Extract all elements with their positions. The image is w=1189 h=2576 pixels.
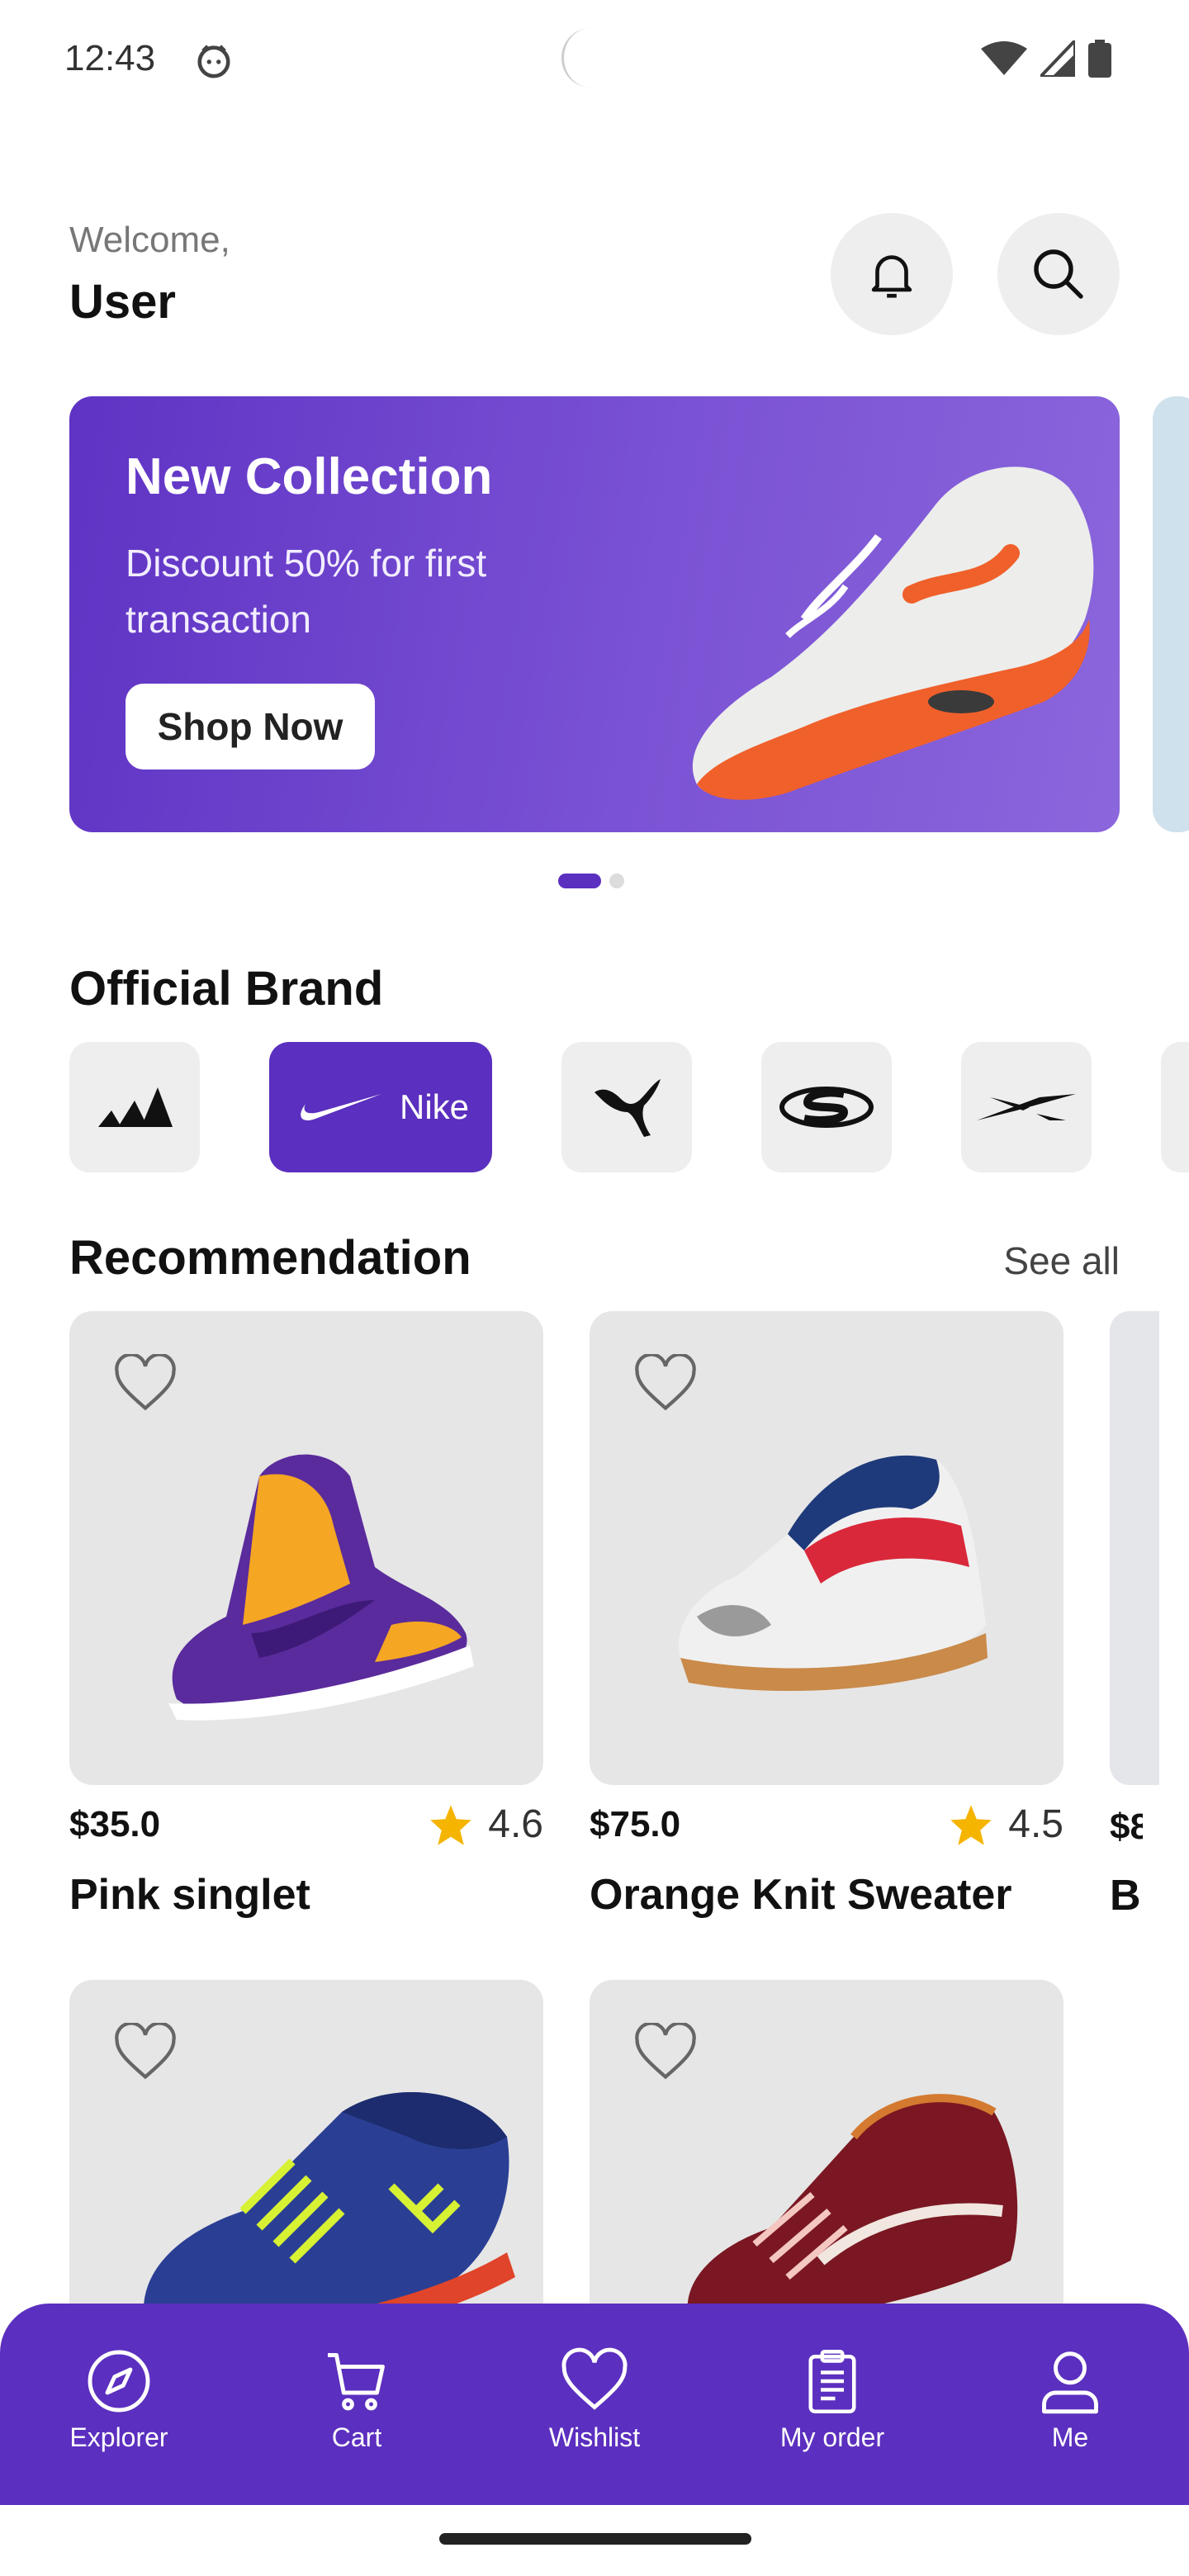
product-rating-value: 4.6	[488, 1802, 543, 1846]
search-icon	[1034, 249, 1083, 299]
signal-icon	[1040, 40, 1075, 77]
product-price-peek: $8	[1110, 1807, 1143, 1847]
skechers-logo-icon	[779, 1087, 874, 1128]
nav-my-order-label: My order	[779, 2422, 885, 2452]
nav-explorer[interactable]: Explorer	[0, 2304, 238, 2505]
battery-icon	[1088, 40, 1111, 78]
notifications-button[interactable]	[831, 213, 953, 335]
camera-cutout	[561, 28, 619, 88]
clipboard-icon	[808, 2350, 856, 2414]
brands-title: Official Brand	[69, 962, 384, 1016]
brand-reebok[interactable]	[961, 1042, 1092, 1172]
wifi-icon	[981, 41, 1027, 75]
wishlist-heart-icon[interactable]	[112, 1354, 178, 1413]
banner-subtitle: Discount 50% for first transaction	[126, 542, 487, 641]
product-shoe-image	[168, 1454, 474, 1721]
shop-now-button[interactable]: Shop Now	[126, 684, 375, 769]
recommendation-title: Recommendation	[69, 1231, 471, 1285]
nav-cart[interactable]: Cart	[238, 2304, 476, 2505]
nav-cart-label: Cart	[331, 2422, 382, 2452]
bell-icon	[871, 255, 912, 298]
nav-explorer-label: Explorer	[69, 2422, 168, 2452]
bottom-navigation: Explorer Cart Wishlist My order Me	[0, 2304, 1189, 2505]
heart-icon	[561, 2347, 628, 2410]
product-card[interactable]: $35.0 4.6 Pink singlet	[69, 1311, 543, 1920]
nav-my-order[interactable]: My order	[713, 2304, 951, 2505]
status-time: 12:43	[64, 38, 156, 78]
compass-icon	[88, 2350, 150, 2413]
product-shoe-image	[144, 2092, 515, 2343]
carousel-dot-active	[558, 874, 601, 888]
product-rating-value: 4.5	[1008, 1802, 1063, 1846]
brand-adidas[interactable]	[69, 1042, 200, 1172]
notification-face-icon	[197, 45, 230, 78]
adidas-logo-icon	[98, 1087, 173, 1127]
product-name: Pink singlet	[69, 1871, 310, 1919]
product-price: $75.0	[590, 1803, 681, 1844]
cart-icon	[328, 2353, 385, 2411]
product-shoe-image	[687, 2094, 1018, 2327]
promo-banner[interactable]: New Collection Discount 50% for first tr…	[69, 396, 1120, 832]
star-icon	[430, 1804, 472, 1845]
product-shoe-image	[679, 1455, 988, 1691]
see-all-link[interactable]: See all	[1003, 1238, 1120, 1283]
user-name: User	[69, 275, 176, 329]
product-name-peek: B	[1110, 1872, 1141, 1920]
nav-me-label: Me	[1051, 2422, 1089, 2452]
product-image	[590, 1311, 1063, 1785]
wishlist-heart-icon[interactable]	[632, 2023, 699, 2082]
brand-skechers[interactable]	[761, 1042, 892, 1172]
product-card-peek[interactable]	[1110, 1311, 1159, 1785]
product-rating: 4.6	[429, 1802, 543, 1847]
product-name: Orange Knit Sweater	[590, 1871, 1012, 1919]
product-price: $35.0	[69, 1803, 161, 1844]
brand-nike[interactable]: Nike	[269, 1042, 492, 1172]
next-banner-preview[interactable]	[1153, 396, 1189, 832]
nav-me[interactable]: Me	[951, 2304, 1189, 2505]
wishlist-heart-icon[interactable]	[112, 2023, 178, 2082]
nav-wishlist[interactable]: Wishlist	[476, 2304, 713, 2505]
status-bar: 12:43	[0, 0, 1189, 124]
carousel-dot	[609, 874, 624, 888]
nike-logo-icon	[301, 1094, 381, 1120]
carousel-indicator	[558, 874, 624, 888]
product-rating: 4.5	[949, 1802, 1063, 1847]
product-image	[69, 1311, 543, 1785]
reebok-logo-icon	[977, 1094, 1076, 1120]
nav-wishlist-label: Wishlist	[548, 2422, 641, 2452]
home-indicator[interactable]	[439, 2533, 751, 2545]
product-card[interactable]: $75.0 4.5 Orange Knit Sweater	[590, 1311, 1063, 1920]
welcome-text: Welcome,	[69, 220, 230, 260]
star-icon	[950, 1804, 992, 1845]
search-button[interactable]	[997, 213, 1120, 335]
banner-title: New Collection	[126, 448, 493, 505]
brand-puma[interactable]	[561, 1042, 692, 1172]
brand-next[interactable]	[1161, 1042, 1189, 1172]
banner-shoe-image	[692, 466, 1094, 800]
puma-logo-icon	[594, 1079, 661, 1137]
brand-list: Nike	[69, 1042, 1189, 1172]
brand-nike-label: Nike	[399, 1087, 470, 1126]
wishlist-heart-icon[interactable]	[632, 1354, 699, 1413]
user-icon	[1042, 2351, 1098, 2414]
